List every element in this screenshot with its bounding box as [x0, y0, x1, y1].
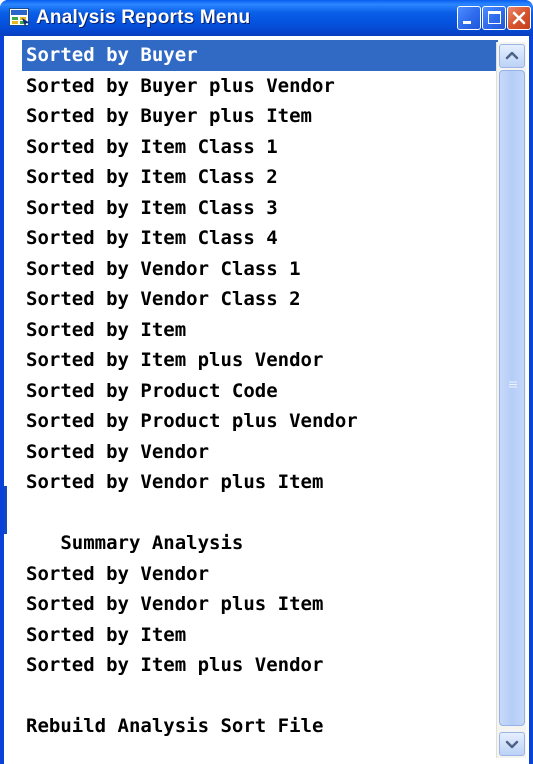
window-title: Analysis Reports Menu: [36, 7, 251, 28]
menu-item[interactable]: Sorted by Buyer plus Item: [22, 101, 498, 132]
menu-item[interactable]: Sorted by Item Class 2: [22, 162, 498, 193]
menu-item[interactable]: Sorted by Vendor: [22, 437, 498, 468]
menu-spacer: [22, 498, 498, 529]
minimize-icon: [463, 21, 471, 24]
menu-item[interactable]: Sorted by Vendor plus Item: [22, 467, 498, 498]
report-menu-list[interactable]: Sorted by Buyer Sorted by Buyer plus Vend…: [22, 40, 498, 764]
close-icon: [512, 11, 526, 25]
close-button[interactable]: [507, 6, 531, 30]
menu-item[interactable]: Sorted by Product Code: [22, 376, 498, 407]
minimize-button[interactable]: [457, 6, 481, 30]
menu-item[interactable]: Sorted by Buyer plus Vendor: [22, 71, 498, 102]
menu-item[interactable]: Sorted by Vendor plus Item: [22, 589, 498, 620]
menu-section-heading: Summary Analysis: [26, 532, 244, 554]
maximize-button[interactable]: [482, 6, 506, 30]
scroll-up-button[interactable]: [499, 44, 525, 68]
menu-spacer: [22, 681, 498, 712]
menu-item[interactable]: Sorted by Item Class 3: [22, 193, 498, 224]
focus-marker: [4, 486, 7, 534]
menu-item[interactable]: Sorted by Product plus Vendor: [22, 406, 498, 437]
vertical-scrollbar[interactable]: [496, 42, 526, 758]
chevron-down-icon: [505, 740, 519, 749]
grip-icon: [509, 381, 517, 388]
menu-item[interactable]: Sorted by Vendor Class 2: [22, 284, 498, 315]
menu-item[interactable]: Sorted by Item plus Vendor: [22, 345, 498, 376]
menu-client-area: Sorted by Buyer Sorted by Buyer plus Vend…: [4, 36, 529, 764]
menu-item[interactable]: Rebuild Analysis Sort File: [22, 711, 498, 742]
chevron-up-icon: [505, 51, 519, 60]
menu-item[interactable]: Sorted by Item plus Vendor: [22, 650, 498, 681]
menu-item[interactable]: Sorted by Vendor: [22, 559, 498, 590]
scroll-down-button[interactable]: [499, 732, 525, 756]
menu-item[interactable]: Sorted by Item: [22, 620, 498, 651]
menu-item[interactable]: Sorted by Buyer: [22, 40, 498, 71]
menu-item[interactable]: Sorted by Vendor Class 1: [22, 254, 498, 285]
report-menu-icon[interactable]: [9, 8, 30, 27]
title-bar[interactable]: Analysis Reports Menu: [0, 0, 533, 36]
menu-item[interactable]: Sorted by Item Class 1: [22, 132, 498, 163]
menu-item[interactable]: Sorted by Item: [22, 315, 498, 346]
menu-item[interactable]: Sorted by Item Class 4: [22, 223, 498, 254]
scroll-thumb[interactable]: [499, 70, 525, 726]
app-window: Analysis Reports Menu Sorted by Buyer Sor…: [0, 0, 533, 764]
maximize-icon: [488, 11, 501, 24]
